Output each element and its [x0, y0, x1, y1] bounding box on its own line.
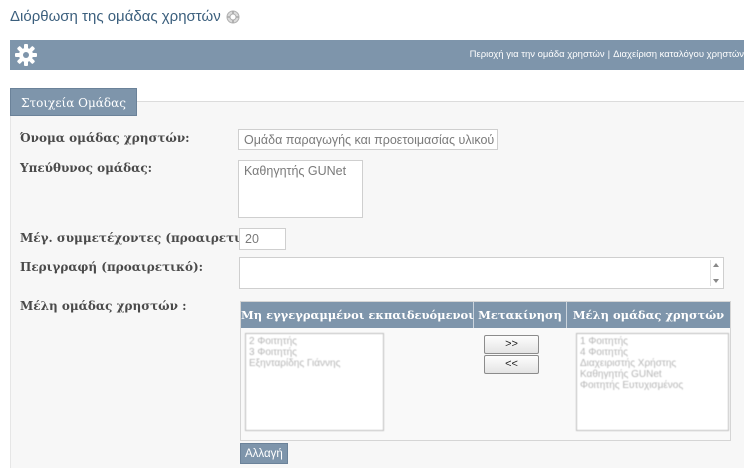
- list-item[interactable]: Φοιτητής Ευτυχισμένος: [580, 380, 725, 391]
- unregistered-listbox[interactable]: 2 Φοιτητής 3 Φοιτητής Εξηνταρίδης Γιάννη…: [245, 333, 384, 431]
- list-item[interactable]: 1 Φοιτητής: [580, 336, 725, 347]
- description-scrollbar[interactable]: [710, 260, 721, 286]
- description-label: Περιγραφή (προαιρετικό):: [20, 260, 204, 274]
- page-title: Διόρθωση της ομάδας χρηστών: [10, 8, 240, 25]
- list-item[interactable]: Καθηγητής GUNet: [580, 369, 725, 380]
- max-participants-input[interactable]: 20: [239, 228, 286, 250]
- list-item[interactable]: 4 Φοιτητής: [580, 347, 725, 358]
- manage-users-link[interactable]: Διαχείριση καταλόγου χρηστών: [613, 49, 744, 60]
- move-column-header: Μετακίνηση: [478, 308, 562, 322]
- list-item[interactable]: Εξηνταρίδης Γιάννης: [249, 358, 380, 369]
- gear-icon[interactable]: [14, 43, 38, 67]
- toolbar-links: Περιοχή για την ομάδα χρηστών | Διαχείριση…: [470, 40, 744, 70]
- list-item[interactable]: 3 Φοιτητής: [249, 347, 380, 358]
- list-item[interactable]: Διαχειριστής Χρήστης: [580, 358, 725, 369]
- group-area-link[interactable]: Περιοχή για την ομάδα χρηστών: [470, 49, 605, 60]
- members-table: Μη εγγεγραμμένοι εκπαιδευόμενοι Μετακίνη…: [240, 301, 731, 441]
- tutor-label: Υπεύθυνος ομάδας:: [20, 161, 153, 175]
- tutor-select[interactable]: Καθηγητής GUNet: [238, 160, 363, 218]
- submit-button[interactable]: Αλλαγή: [240, 443, 288, 464]
- panel-legend: Στοιχεία Ομάδας: [10, 88, 137, 116]
- page-title-text: Διόρθωση της ομάδας χρηστών: [10, 8, 221, 25]
- remove-members-button[interactable]: <<: [484, 355, 539, 374]
- max-participants-label: Μέγ. συμμετέχοντες (προαιρετικό):: [20, 231, 268, 245]
- members-label: Μέλη ομάδας χρηστών :: [20, 299, 187, 313]
- list-item[interactable]: 2 Φοιτητής: [249, 336, 380, 347]
- group-name-label: Όνομα ομάδας χρηστών:: [20, 131, 190, 145]
- members-table-header: Μη εγγεγραμμένοι εκπαιδευόμενοι Μετακίνη…: [241, 302, 730, 328]
- help-icon[interactable]: [226, 10, 240, 24]
- unregistered-column-header: Μη εγγεγραμμένοι εκπαιδευόμενοι: [241, 308, 474, 322]
- action-toolbar: Περιοχή για την ομάδα χρηστών | Διαχείριση…: [10, 40, 744, 70]
- members-column-header: Μέλη ομάδας χρηστών: [572, 308, 725, 322]
- add-members-button[interactable]: >>: [484, 335, 539, 354]
- scroll-down-arrow-icon[interactable]: [713, 279, 719, 283]
- description-textarea[interactable]: [239, 257, 724, 289]
- group-members-listbox[interactable]: 1 Φοιτητής 4 Φοιτητής Διαχειριστής Χρήστ…: [576, 333, 729, 431]
- scroll-up-arrow-icon[interactable]: [713, 263, 719, 267]
- group-name-input[interactable]: Ομάδα παραγωγής και προετοιμασίας υλικού: [238, 129, 498, 150]
- link-separator: |: [607, 49, 611, 60]
